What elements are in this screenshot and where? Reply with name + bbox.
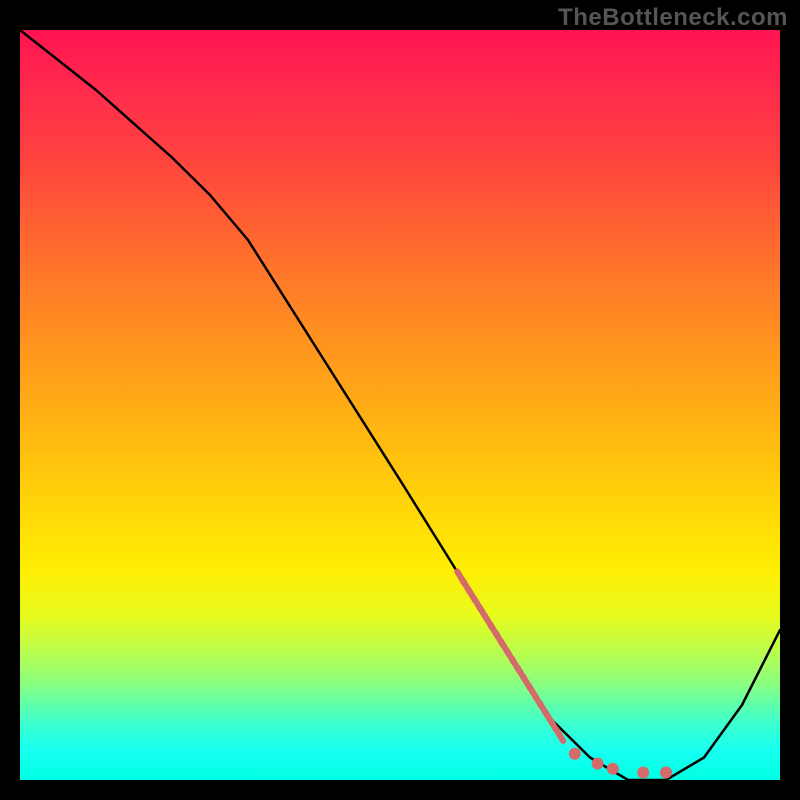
chart-overlay: [20, 30, 780, 780]
plot-area: [20, 30, 780, 780]
highlight-markers: [457, 572, 672, 779]
highlight-dot: [569, 748, 581, 760]
highlight-dot: [592, 758, 604, 770]
watermark-text: TheBottleneck.com: [558, 4, 788, 32]
highlight-dot: [607, 763, 619, 775]
chart-frame: TheBottleneck.com: [0, 0, 800, 800]
highlight-dot: [660, 767, 672, 779]
chart-curve: [20, 30, 780, 780]
highlight-dot: [637, 767, 649, 779]
